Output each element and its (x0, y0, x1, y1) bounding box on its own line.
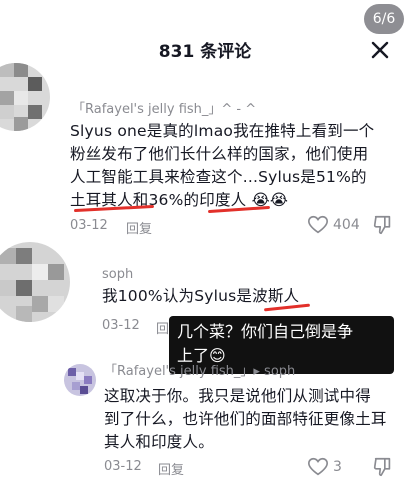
reply-button[interactable]: 回复 (158, 459, 184, 478)
comment-text: 这取决于你。我只是说他们从测试中得 到了什么，也许他们的面部特征更像土耳 其人和… (104, 385, 404, 454)
comment-username[interactable]: soph (102, 267, 133, 282)
page-indicator: 6/6 (364, 4, 404, 34)
comment-text-line: 粉丝发布了他们长什么样的国家，他们使用 (70, 145, 369, 163)
comment-date: 03-12 (102, 318, 140, 333)
close-icon[interactable] (368, 38, 392, 62)
heart-icon[interactable] (307, 214, 329, 236)
comment-text-line: 人工智能工具来检查这个...Sylus是51%的 (70, 168, 367, 186)
dislike-icon[interactable] (372, 214, 394, 236)
comment-date: 03-12 (104, 459, 142, 474)
comment-text: 我100%认为Sylus是波斯人 (102, 287, 300, 305)
comment-text-line: Slyus one是真的lmao我在推特上看到一个 (70, 122, 375, 140)
comment-text-line: 其人和印度人。 (104, 433, 214, 451)
avatar[interactable] (0, 63, 50, 131)
avatar[interactable] (0, 242, 70, 322)
comment-username[interactable]: 「Rafayel's jelly fish_」^ - ^ (72, 98, 256, 117)
comment-text: Slyus one是真的lmao我在推特上看到一个 粉丝发布了他们长什么样的国家… (70, 120, 405, 212)
like-count: 404 (333, 217, 360, 233)
like-count: 3 (333, 459, 342, 475)
heart-icon[interactable] (307, 456, 329, 478)
comment-text-line: 到了什么，也许他们的面部特征更像土耳 (104, 410, 387, 428)
comments-title: 831 条评论 (158, 42, 252, 62)
comment-text-line: 这取决于你。我只是说他们从测试中得 (104, 387, 371, 405)
reply-button[interactable]: 回复 (126, 218, 152, 237)
sticker-line: 几个菜？你们自己倒是争 (177, 322, 354, 341)
comment-date: 03-12 (70, 218, 108, 233)
dislike-icon[interactable] (372, 456, 394, 478)
comment-username[interactable]: 「Rafayel's jelly fish_」▸ soph (104, 360, 295, 379)
avatar[interactable] (64, 364, 96, 396)
